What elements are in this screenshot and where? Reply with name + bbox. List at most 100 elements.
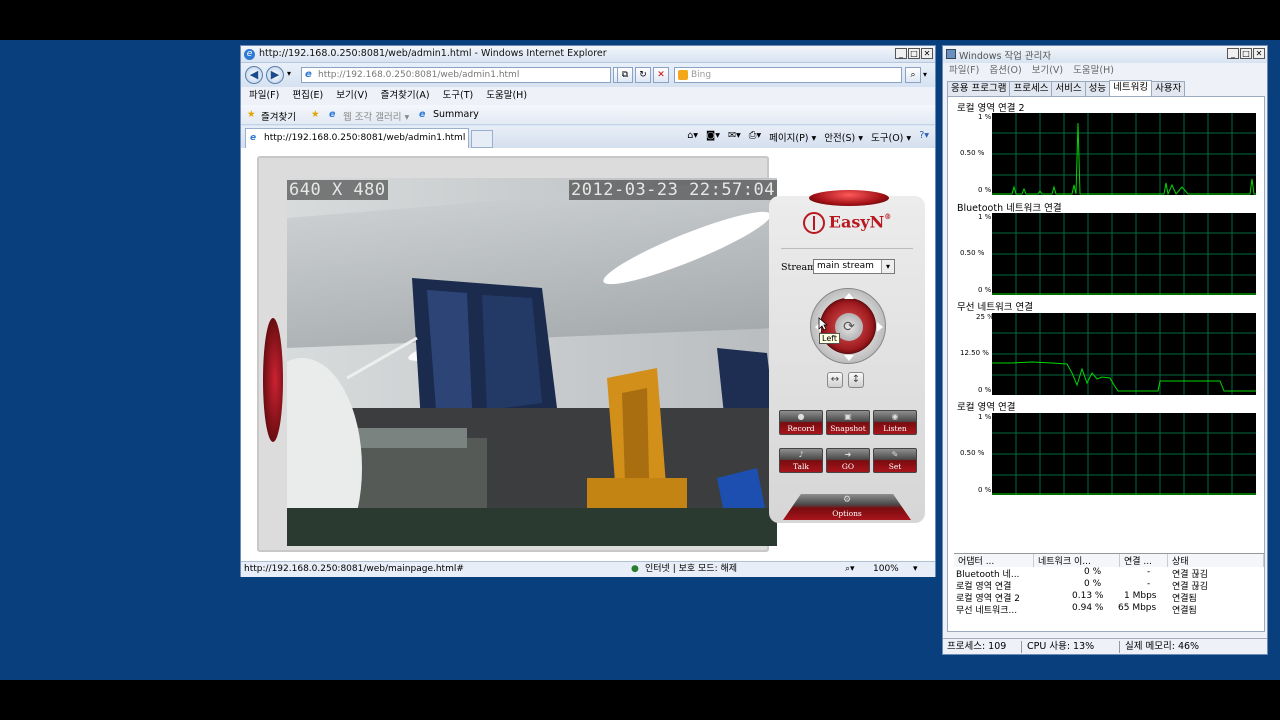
graph-title-lan2: 로컬 영역 연결 2 (957, 103, 1025, 114)
search-options-icon[interactable]: ▾ (923, 70, 927, 79)
cmd-tools[interactable]: 도구(O) ▾ (871, 130, 911, 144)
back-button[interactable]: ◀ (245, 66, 263, 84)
row-0-speed: - (1147, 567, 1151, 577)
favorites-bar: ★ 즐겨찾기 ★ e 웹 조각 갤러리 ▾ e Summary (241, 105, 935, 125)
camera-video-feed[interactable]: 640 X 480 2012-03-23 22:57:04 (287, 178, 777, 546)
ptz-down-button[interactable] (844, 355, 854, 361)
compat-view-icon[interactable]: ⧉ (617, 67, 633, 83)
ie-window: e http://192.168.0.250:8081/web/admin1.h… (240, 45, 936, 577)
search-input[interactable]: Bing (674, 67, 902, 83)
go-label: GO (841, 462, 855, 471)
timestamp-overlay: 2012-03-23 22:57:04 (569, 180, 777, 200)
status-separator (1119, 641, 1120, 653)
cmd-safety[interactable]: 안전(S) ▾ (824, 130, 863, 144)
stop-icon[interactable]: ✕ (653, 67, 669, 83)
status-cpu: CPU 사용: 13% (1027, 641, 1095, 652)
row-2-util: 0.13 % (1072, 591, 1104, 601)
zoom-dropdown-icon[interactable]: ▾ (913, 562, 918, 577)
ie-title-bar[interactable]: e http://192.168.0.250:8081/web/admin1.h… (241, 46, 935, 63)
favorites-button[interactable]: 즐겨찾기 (261, 109, 296, 123)
tm-menu-options[interactable]: 옵션(O) (989, 63, 1021, 79)
graph-lan-ymax: 1 % (978, 413, 992, 421)
vertical-patrol-button[interactable]: ↕ (848, 372, 864, 388)
print-icon[interactable]: ⎙▾ (749, 130, 761, 144)
graph-title-bluetooth: Bluetooth 네트워크 연결 (957, 203, 1062, 214)
task-manager-tabs: 응용 프로그램 프로세스 서비스 성능 네트워킹 사용자 (947, 80, 1186, 96)
search-icon[interactable]: ⌕ (905, 67, 921, 83)
tm-menu-file[interactable]: 파일(F) (949, 63, 979, 79)
set-button[interactable]: ✎ Set (873, 448, 917, 473)
tab-users[interactable]: 사용자 (1151, 81, 1186, 96)
graph-lan-ymin: 0 % (978, 486, 992, 494)
mouse-pointer-icon (818, 317, 828, 331)
tm-maximize-button[interactable]: □ (1240, 48, 1252, 59)
add-favorite-icon[interactable]: ★ (311, 109, 320, 120)
col-adapter[interactable]: 어댑터 ... (954, 554, 1034, 567)
listen-label: Listen (883, 424, 907, 433)
adapter-list[interactable]: 어댑터 ... 네트워크 이... 연결 ... 상태 Bluetooth 네.… (954, 553, 1264, 679)
col-link-speed[interactable]: 연결 ... (1120, 554, 1168, 567)
row-1-speed: - (1147, 579, 1151, 589)
col-state[interactable]: 상태 (1168, 554, 1264, 567)
tab-performance[interactable]: 성능 (1084, 81, 1111, 96)
history-dropdown-icon[interactable]: ▾ (287, 69, 291, 78)
listen-button[interactable]: ◉ Listen (873, 410, 917, 435)
ear-icon: ◉ (891, 412, 899, 421)
home-icon[interactable]: ⌂▾ (687, 130, 698, 144)
go-button[interactable]: ➜ GO (826, 448, 870, 473)
record-button[interactable]: ● Record (779, 410, 823, 435)
ptz-right-button[interactable] (877, 322, 883, 332)
summary-link[interactable]: Summary (433, 109, 479, 120)
cmd-page[interactable]: 페이지(P) ▾ (769, 130, 816, 144)
talk-button[interactable]: ♪ Talk (779, 448, 823, 473)
close-button[interactable]: ✕ (921, 48, 933, 59)
tm-minimize-button[interactable]: _ (1227, 48, 1239, 59)
tm-close-button[interactable]: ✕ (1253, 48, 1265, 59)
graph-lan2-plot (992, 113, 1256, 195)
tab-services[interactable]: 서비스 (1051, 81, 1086, 96)
tab-admin1[interactable]: http://192.168.0.250:8081/web/admin1.htm… (245, 128, 469, 148)
microphone-icon: ♪ (798, 450, 804, 459)
refresh-icon[interactable]: ↻ (635, 67, 651, 83)
horizontal-patrol-button[interactable]: ↔ (827, 372, 843, 388)
ptz-up-button[interactable] (844, 293, 854, 299)
address-bar-row: ◀ ▶ ▾ http://192.168.0.250:8081/web/admi… (241, 63, 935, 87)
tab-networking[interactable]: 네트워킹 (1109, 80, 1153, 96)
graph-bluetooth: 1 % 0.50 % 0 % (960, 213, 1260, 295)
networking-panel: 로컬 영역 연결 2 1 % 0.50 % 0 % Bluetooth 네트워크… (947, 96, 1265, 632)
tm-menu-help[interactable]: 도움말(H) (1073, 63, 1114, 79)
talk-label: Talk (793, 462, 809, 471)
minimize-button[interactable]: _ (895, 48, 907, 59)
zoom-icon[interactable]: ⌕▾ (845, 562, 855, 577)
task-manager-title-bar[interactable]: Windows 작업 관리자 _ □ ✕ (943, 46, 1267, 63)
status-zoom[interactable]: 100% (873, 562, 899, 577)
menu-tools[interactable]: 도구(T) (443, 87, 474, 105)
camera-viewer-frame: 640 X 480 2012-03-23 22:57:04 (257, 156, 777, 552)
graph-bt-ymax: 1 % (978, 213, 992, 221)
web-slice-gallery-link[interactable]: 웹 조각 갤러리 ▾ (343, 109, 409, 123)
forward-button[interactable]: ▶ (266, 66, 284, 84)
address-input[interactable]: http://192.168.0.250:8081/web/admin1.htm… (301, 67, 611, 83)
snapshot-button[interactable]: ▣ Snapshot (826, 410, 870, 435)
col-utilization[interactable]: 네트워크 이... (1034, 554, 1120, 567)
status-zone[interactable]: 인터넷 | 보호 모드: 해제 (645, 562, 737, 577)
options-label: Options (832, 509, 862, 518)
row-2-speed: 1 Mbps (1124, 591, 1157, 601)
maximize-button[interactable]: □ (908, 48, 920, 59)
tab-processes[interactable]: 프로세스 (1009, 81, 1053, 96)
new-tab-button[interactable] (471, 130, 493, 148)
menu-edit[interactable]: 편집(E) (292, 87, 323, 105)
mail-icon[interactable]: ✉▾ (728, 130, 741, 144)
menu-file[interactable]: 파일(F) (249, 87, 279, 105)
menu-favorites[interactable]: 즐겨찾기(A) (381, 87, 430, 105)
menu-view[interactable]: 보기(V) (336, 87, 367, 105)
help-icon[interactable]: ?▾ (919, 130, 929, 144)
ie-status-bar: http://192.168.0.250:8081/web/mainpage.h… (241, 561, 935, 577)
menu-help[interactable]: 도움말(H) (486, 87, 527, 105)
options-button[interactable]: ⚙ Options (783, 494, 911, 520)
tm-menu-view[interactable]: 보기(V) (1032, 63, 1063, 79)
gear-icon: ⚙ (842, 495, 852, 505)
tab-applications[interactable]: 응용 프로그램 (947, 81, 1011, 96)
feeds-icon[interactable]: ◙▾ (706, 130, 720, 144)
stream-select[interactable]: main stream (813, 259, 895, 274)
